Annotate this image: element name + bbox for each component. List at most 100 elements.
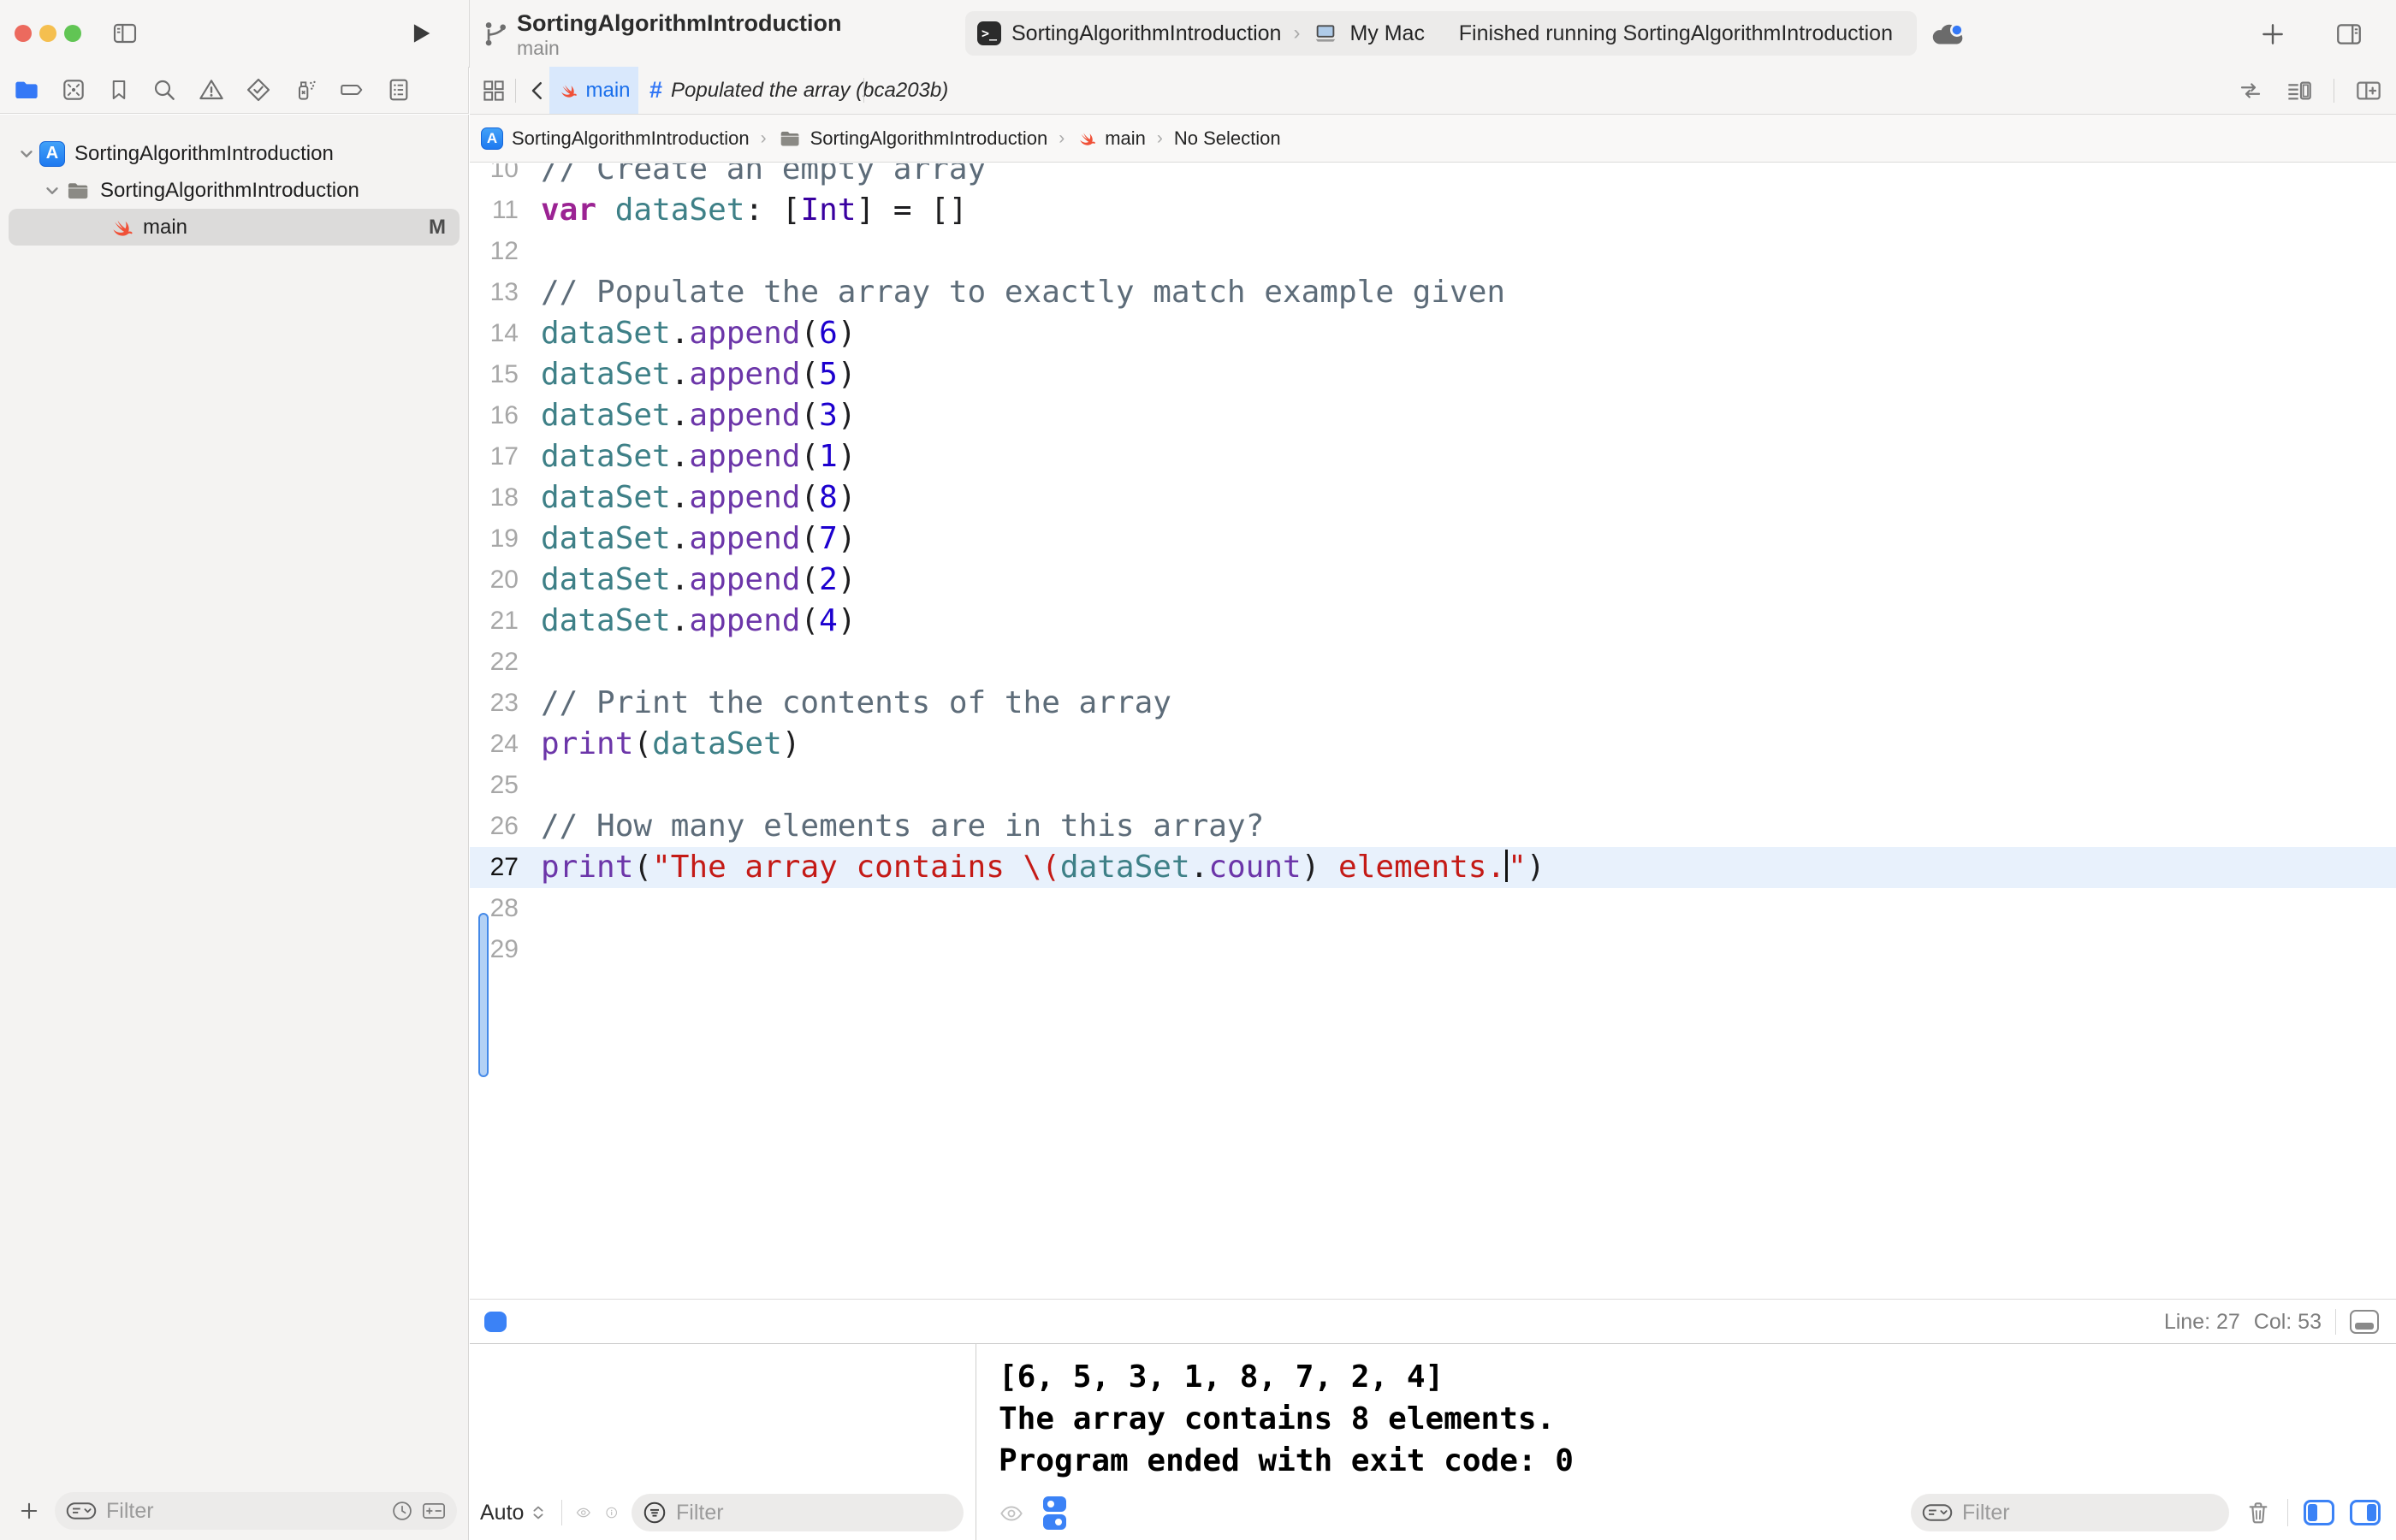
code-review-icon[interactable] bbox=[2236, 78, 2265, 104]
code-line[interactable]: 15dataSet.append(5) bbox=[470, 354, 2396, 395]
tree-row[interactable]: A SortingAlgorithmIntroduction bbox=[9, 135, 460, 172]
line-number[interactable]: 28 bbox=[470, 888, 519, 929]
source-editor[interactable]: 10// Create an empty array11var dataSet:… bbox=[470, 163, 2396, 1299]
debug-navigator-icon[interactable] bbox=[291, 75, 318, 104]
code-line[interactable]: 16dataSet.append(3) bbox=[470, 395, 2396, 436]
line-number[interactable]: 27 bbox=[470, 847, 519, 888]
scheme-selector[interactable]: >_ SortingAlgorithmIntroduction › My Mac… bbox=[965, 11, 1917, 56]
source-control-status-filter-icon[interactable] bbox=[421, 1499, 447, 1523]
tab-main-swift[interactable]: main bbox=[549, 67, 638, 114]
zoom-window-button[interactable] bbox=[64, 25, 81, 42]
tree-row[interactable]: main M bbox=[9, 209, 460, 246]
run-destination[interactable]: My Mac bbox=[1349, 21, 1425, 46]
code-line[interactable]: 13// Populate the array to exactly match… bbox=[470, 272, 2396, 313]
breadcrumb-item[interactable]: SortingAlgorithmIntroduction bbox=[810, 127, 1048, 150]
line-number[interactable]: 21 bbox=[470, 601, 519, 642]
toggle-left-sidebar-icon[interactable] bbox=[110, 20, 140, 47]
toggle-variables-view-icon[interactable] bbox=[2304, 1500, 2334, 1525]
find-navigator-icon[interactable] bbox=[151, 76, 178, 104]
variables-filter-field[interactable] bbox=[632, 1494, 964, 1531]
breadcrumb-item[interactable]: SortingAlgorithmIntroduction bbox=[512, 127, 750, 150]
code-line[interactable]: 17dataSet.append(1) bbox=[470, 436, 2396, 477]
breadcrumb-item[interactable]: main bbox=[1105, 127, 1146, 150]
disclosure-chevron-icon[interactable] bbox=[41, 181, 63, 200]
console-filter-field[interactable] bbox=[1911, 1494, 2229, 1531]
tab-commit[interactable]: # Populated the array (bca203b) bbox=[649, 67, 948, 114]
code-line[interactable]: 26// How many elements are in this array… bbox=[470, 806, 2396, 847]
code-line[interactable]: 28 bbox=[470, 888, 2396, 929]
code-line[interactable]: 11var dataSet: [Int] = [] bbox=[470, 190, 2396, 231]
line-number[interactable]: 24 bbox=[470, 724, 519, 765]
add-editor-icon[interactable] bbox=[2353, 77, 2384, 104]
navigator-filter-input[interactable] bbox=[104, 1498, 383, 1525]
variables-filter-input[interactable] bbox=[674, 1500, 953, 1526]
line-number[interactable]: 23 bbox=[470, 683, 519, 724]
code-line[interactable]: 23// Print the contents of the array bbox=[470, 683, 2396, 724]
line-number[interactable]: 10 bbox=[470, 163, 519, 190]
line-number[interactable]: 17 bbox=[470, 436, 519, 477]
line-number[interactable]: 18 bbox=[470, 477, 519, 518]
line-number[interactable]: 15 bbox=[470, 354, 519, 395]
code-line[interactable]: 12 bbox=[470, 231, 2396, 272]
line-number[interactable]: 20 bbox=[470, 560, 519, 601]
breadcrumb-item[interactable]: No Selection bbox=[1174, 127, 1281, 150]
report-navigator-icon[interactable] bbox=[385, 76, 412, 104]
run-button[interactable] bbox=[406, 19, 435, 48]
code-line[interactable]: 24print(dataSet) bbox=[470, 724, 2396, 765]
navigator-filter-field[interactable] bbox=[55, 1492, 457, 1530]
add-file-icon[interactable] bbox=[17, 1499, 41, 1523]
project-navigator-icon[interactable] bbox=[12, 76, 41, 104]
line-number[interactable]: 29 bbox=[470, 929, 519, 970]
change-marker-indicator[interactable] bbox=[484, 1312, 507, 1332]
go-back-icon[interactable] bbox=[525, 78, 550, 104]
breakpoint-navigator-icon[interactable] bbox=[337, 77, 366, 103]
editor-options-icon[interactable] bbox=[2284, 77, 2315, 104]
code-line[interactable]: 29 bbox=[470, 929, 2396, 970]
line-number[interactable]: 22 bbox=[470, 642, 519, 683]
disclosure-chevron-icon[interactable] bbox=[15, 145, 38, 163]
close-window-button[interactable] bbox=[15, 25, 32, 42]
filter-menu-icon[interactable] bbox=[65, 1498, 98, 1524]
issue-navigator-icon[interactable] bbox=[197, 76, 226, 104]
line-number[interactable]: 12 bbox=[470, 231, 519, 272]
console-filter-input[interactable] bbox=[1960, 1500, 2219, 1526]
test-navigator-icon[interactable] bbox=[245, 76, 272, 104]
source-control-navigator-icon[interactable] bbox=[60, 76, 87, 104]
bookmark-navigator-icon[interactable] bbox=[106, 76, 132, 104]
line-number[interactable]: 16 bbox=[470, 395, 519, 436]
related-items-icon[interactable] bbox=[481, 78, 507, 104]
minimize-window-button[interactable] bbox=[39, 25, 56, 42]
line-number[interactable]: 26 bbox=[470, 806, 519, 847]
line-number[interactable]: 14 bbox=[470, 313, 519, 354]
line-number[interactable]: 19 bbox=[470, 518, 519, 560]
line-number[interactable]: 25 bbox=[470, 765, 519, 806]
scheme-name[interactable]: SortingAlgorithmIntroduction bbox=[1011, 21, 1281, 46]
code-line[interactable]: 21dataSet.append(4) bbox=[470, 601, 2396, 642]
editor-bottom-bar-icon[interactable] bbox=[2350, 1310, 2379, 1334]
recent-files-clock-icon[interactable] bbox=[390, 1499, 414, 1523]
info-icon[interactable] bbox=[605, 1501, 618, 1525]
tree-row[interactable]: SortingAlgorithmIntroduction bbox=[9, 172, 460, 209]
console-mode-icon[interactable] bbox=[1043, 1496, 1066, 1530]
debug-console[interactable]: [6, 5, 3, 1, 8, 7, 2, 4]The array contai… bbox=[976, 1343, 2396, 1540]
code-line[interactable]: 27print("The array contains \(dataSet.co… bbox=[470, 847, 2396, 888]
clear-console-trash-icon[interactable] bbox=[2245, 1498, 2272, 1527]
code-line[interactable]: 14dataSet.append(6) bbox=[470, 313, 2396, 354]
line-number[interactable]: 13 bbox=[470, 272, 519, 313]
code-line[interactable]: 22 bbox=[470, 642, 2396, 683]
add-button[interactable] bbox=[2259, 21, 2286, 48]
line-number[interactable]: 11 bbox=[470, 190, 519, 231]
commit-tab-label[interactable]: Populated the array (bca203b) bbox=[671, 79, 948, 103]
variables-scope-selector[interactable]: Auto bbox=[480, 1501, 548, 1525]
console-eye-icon[interactable] bbox=[997, 1502, 1026, 1525]
code-line[interactable]: 18dataSet.append(8) bbox=[470, 477, 2396, 518]
toggle-console-view-icon[interactable] bbox=[2350, 1500, 2381, 1525]
code-line[interactable]: 19dataSet.append(7) bbox=[470, 518, 2396, 560]
code-line[interactable]: 20dataSet.append(2) bbox=[470, 560, 2396, 601]
code-line[interactable]: 25 bbox=[470, 765, 2396, 806]
quicklook-eye-icon[interactable] bbox=[576, 1502, 591, 1524]
scope-selector-label[interactable]: Auto bbox=[480, 1501, 524, 1525]
cloud-status-icon[interactable] bbox=[1929, 17, 1968, 51]
toggle-right-sidebar-icon[interactable] bbox=[2333, 20, 2365, 49]
console-filter-menu-icon[interactable] bbox=[1921, 1500, 1954, 1525]
